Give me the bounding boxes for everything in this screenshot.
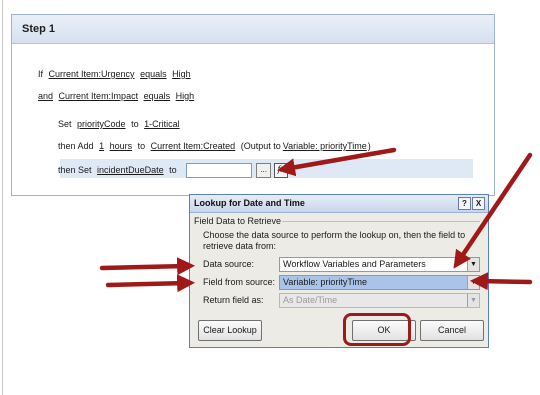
annotation-arrows [99,147,533,293]
arrow-to-data-source-label [99,257,196,276]
arrow-to-fx-button [277,147,397,177]
arrow-to-field-dropdown [469,272,533,291]
arrow-to-field-label [105,274,196,293]
arrow-to-data-source-dropdown [453,152,533,269]
